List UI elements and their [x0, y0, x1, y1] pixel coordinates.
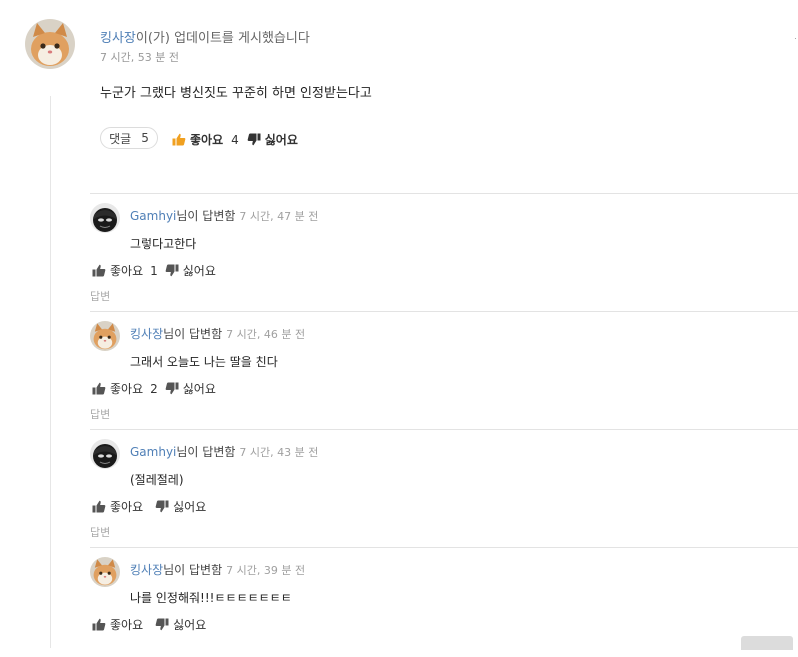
reply-like-label: 좋아요 — [110, 500, 144, 514]
post-actions: 좋아요 4 싫어요 — [172, 131, 298, 148]
reply-item: 킹사장님이 답변함 7 시간, 39 분 전 나를 인정해줘!!!ㅌㅌㅌㅌㅌㅌㅌ … — [90, 547, 798, 657]
reply-text: 그래서 오늘도 나는 딸을 친다 — [130, 355, 278, 369]
reply-like-button[interactable]: 좋아요 — [92, 380, 143, 397]
reply-button[interactable]: 답변 — [90, 406, 110, 422]
reply-author-avatar[interactable] — [90, 439, 120, 469]
thumbs-up-icon — [92, 500, 106, 513]
reply-author-link[interactable]: 킹사장 — [130, 563, 163, 577]
reply-header: Gamhyi님이 답변함 7 시간, 47 분 전 — [130, 207, 318, 224]
thumbs-down-icon — [247, 133, 261, 146]
post-like-label: 좋아요 — [190, 133, 224, 147]
reply-like-label: 좋아요 — [110, 264, 144, 278]
thumbs-up-icon — [172, 133, 186, 146]
thumbs-down-icon — [155, 500, 169, 513]
comments-count: 5 — [141, 131, 149, 145]
reply-button[interactable]: 답변 — [90, 288, 110, 304]
post-author-avatar[interactable] — [25, 19, 75, 69]
reply-timestamp: 7 시간, 47 분 전 — [239, 210, 319, 223]
reply-verb: 님이 답변함 — [163, 327, 223, 341]
post-header-suffix: 이(가) 업데이트를 게시했습니다 — [135, 31, 310, 46]
reply-author-link[interactable]: Gamhyi — [130, 445, 176, 459]
reply-text: 나를 인정해줘!!!ㅌㅌㅌㅌㅌㅌㅌ — [130, 591, 292, 605]
thread-line — [50, 96, 51, 648]
thumbs-up-icon — [92, 618, 106, 631]
thumbs-down-icon — [165, 264, 179, 277]
thumbs-up-icon — [92, 264, 106, 277]
reply-author-link[interactable]: Gamhyi — [130, 209, 176, 223]
reply-like-button[interactable]: 좋아요 — [92, 616, 143, 633]
reply-author-avatar[interactable] — [90, 557, 120, 587]
post-menu-icon[interactable]: ᆞ — [790, 30, 798, 47]
post-like-button[interactable]: 좋아요 — [172, 131, 223, 148]
reply-timestamp: 7 시간, 39 분 전 — [226, 564, 306, 577]
reply-verb: 님이 답변함 — [176, 445, 236, 459]
post-author-link[interactable]: 킹사장 — [100, 31, 136, 46]
reply-actions: 좋아요 싫어요 — [92, 498, 206, 515]
reply-header: Gamhyi님이 답변함 7 시간, 43 분 전 — [130, 443, 318, 460]
reply-text: (절레절레) — [130, 473, 184, 487]
reply-header: 킹사장님이 답변함 7 시간, 39 분 전 — [130, 561, 305, 578]
reply-like-label: 좋아요 — [110, 618, 144, 632]
reply-actions: 좋아요 1 싫어요 — [92, 262, 216, 279]
reply-author-link[interactable]: 킹사장 — [130, 327, 163, 341]
post-dislike-label: 싫어요 — [264, 133, 298, 147]
reply-author-avatar[interactable] — [90, 203, 120, 233]
reply-actions: 좋아요 싫어요 — [92, 616, 206, 633]
reply-dislike-label: 싫어요 — [173, 618, 207, 632]
comments-button[interactable]: 댓글 5 — [100, 127, 158, 149]
reply-item: 킹사장님이 답변함 7 시간, 46 분 전 그래서 오늘도 나는 딸을 친다 좋… — [90, 311, 798, 421]
thumbs-up-icon — [92, 382, 106, 395]
reply-header: 킹사장님이 답변함 7 시간, 46 분 전 — [130, 325, 305, 342]
reply-author-avatar[interactable] — [90, 321, 120, 351]
reply-item: Gamhyi님이 답변함 7 시간, 47 분 전 그렇다고한다 좋아요 1 싫어… — [90, 193, 798, 303]
thumbs-down-icon — [155, 618, 169, 631]
reply-verb: 님이 답변함 — [163, 563, 223, 577]
reply-like-count: 2 — [150, 381, 158, 396]
reply-dislike-button[interactable]: 싫어요 — [155, 616, 206, 633]
reply-timestamp: 7 시간, 46 분 전 — [226, 328, 306, 341]
reply-like-count: 1 — [150, 263, 158, 278]
reply-dislike-button[interactable]: 싫어요 — [165, 380, 216, 397]
reply-timestamp: 7 시간, 43 분 전 — [239, 446, 319, 459]
post-dislike-button[interactable]: 싫어요 — [247, 131, 298, 148]
reply-actions: 좋아요 2 싫어요 — [92, 380, 216, 397]
post-body: 누군가 그랬다 병신짓도 꾸준히 하면 인정받는다고 — [100, 86, 372, 101]
post-header: 킹사장이(가) 업데이트를 게시했습니다 — [100, 27, 310, 46]
reply-dislike-label: 싫어요 — [182, 264, 216, 278]
thumbs-down-icon — [165, 382, 179, 395]
reply-dislike-button[interactable]: 싫어요 — [155, 498, 206, 515]
post-timestamp: 7 시간, 53 분 전 — [100, 51, 179, 64]
reply-like-button[interactable]: 좋아요 — [92, 498, 143, 515]
reply-dislike-label: 싫어요 — [182, 382, 216, 396]
reply-item: Gamhyi님이 답변함 7 시간, 43 분 전 (절레절레) 좋아요 싫어요 … — [90, 429, 798, 539]
reply-text: 그렇다고한다 — [130, 237, 197, 251]
reply-verb: 님이 답변함 — [176, 209, 236, 223]
reply-like-label: 좋아요 — [110, 382, 144, 396]
post-like-count: 4 — [231, 132, 239, 147]
reply-dislike-label: 싫어요 — [173, 500, 207, 514]
reply-like-button[interactable]: 좋아요 — [92, 262, 143, 279]
reply-button[interactable]: 답변 — [90, 524, 110, 540]
reply-dislike-button[interactable]: 싫어요 — [165, 262, 216, 279]
comments-label: 댓글 — [109, 131, 132, 146]
